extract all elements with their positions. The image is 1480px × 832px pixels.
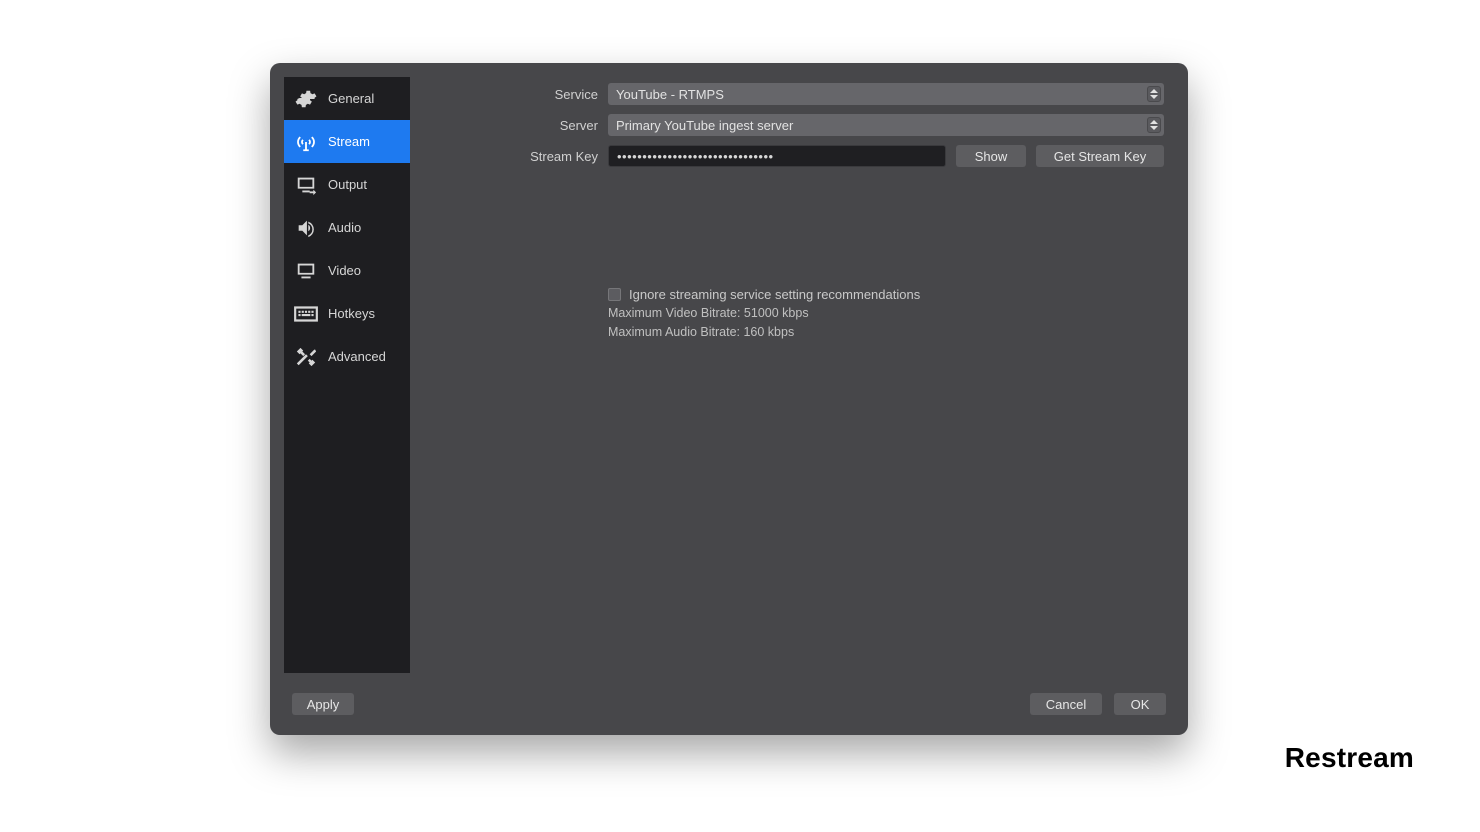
- max-video-bitrate-text: Maximum Video Bitrate: 51000 kbps: [608, 306, 1164, 321]
- streamkey-label: Stream Key: [428, 149, 598, 164]
- get-stream-key-button[interactable]: Get Stream Key: [1036, 145, 1164, 167]
- service-dropdown[interactable]: YouTube - RTMPS: [608, 83, 1164, 105]
- cancel-button[interactable]: Cancel: [1030, 693, 1102, 715]
- settings-window: General Stream Output Audio: [270, 63, 1188, 735]
- dialog-footer: Apply Cancel OK: [270, 687, 1188, 735]
- tools-icon: [292, 346, 320, 368]
- streamkey-row: Stream Key •••••••••••••••••••••••••••••…: [428, 145, 1164, 167]
- sidebar-item-video[interactable]: Video: [284, 249, 410, 292]
- sidebar-item-label: Video: [328, 263, 361, 278]
- keyboard-icon: [292, 304, 320, 324]
- sidebar-item-advanced[interactable]: Advanced: [284, 335, 410, 378]
- sidebar-item-label: Advanced: [328, 349, 386, 364]
- service-value: YouTube - RTMPS: [616, 87, 724, 102]
- show-button[interactable]: Show: [956, 145, 1026, 167]
- ok-button[interactable]: OK: [1114, 693, 1166, 715]
- streamkey-input[interactable]: •••••••••••••••••••••••••••••••: [608, 145, 946, 167]
- ignore-recommendations-label: Ignore streaming service setting recomme…: [629, 287, 920, 302]
- server-dropdown[interactable]: Primary YouTube ingest server: [608, 114, 1164, 136]
- max-audio-bitrate-text: Maximum Audio Bitrate: 160 kbps: [608, 325, 1164, 340]
- output-icon: [292, 174, 320, 196]
- broadcast-icon: [292, 131, 320, 153]
- window-body: General Stream Output Audio: [270, 63, 1188, 687]
- sidebar-item-label: Stream: [328, 134, 370, 149]
- sidebar-item-hotkeys[interactable]: Hotkeys: [284, 292, 410, 335]
- apply-button[interactable]: Apply: [292, 693, 354, 715]
- sidebar-item-label: Output: [328, 177, 367, 192]
- speaker-icon: [292, 217, 320, 239]
- restream-watermark: Restream: [1285, 742, 1414, 774]
- sidebar-item-audio[interactable]: Audio: [284, 206, 410, 249]
- streamkey-value: •••••••••••••••••••••••••••••••: [617, 149, 774, 164]
- sidebar-item-stream[interactable]: Stream: [284, 120, 410, 163]
- ignore-recommendations-checkbox[interactable]: [608, 288, 621, 301]
- sidebar-item-label: General: [328, 91, 374, 106]
- service-row: Service YouTube - RTMPS: [428, 83, 1164, 105]
- stream-settings-panel: Service YouTube - RTMPS Server Primary Y…: [410, 63, 1188, 687]
- monitor-icon: [292, 260, 320, 282]
- server-value: Primary YouTube ingest server: [616, 118, 793, 133]
- sidebar-item-output[interactable]: Output: [284, 163, 410, 206]
- stepper-icon: [1147, 86, 1161, 102]
- sidebar-item-label: Audio: [328, 220, 361, 235]
- sidebar-item-label: Hotkeys: [328, 306, 375, 321]
- stepper-icon: [1147, 117, 1161, 133]
- server-row: Server Primary YouTube ingest server: [428, 114, 1164, 136]
- service-label: Service: [428, 87, 598, 102]
- settings-sidebar: General Stream Output Audio: [284, 77, 410, 673]
- ignore-recommendations-row[interactable]: Ignore streaming service setting recomme…: [608, 287, 1164, 302]
- gear-icon: [292, 88, 320, 110]
- sidebar-item-general[interactable]: General: [284, 77, 410, 120]
- server-label: Server: [428, 118, 598, 133]
